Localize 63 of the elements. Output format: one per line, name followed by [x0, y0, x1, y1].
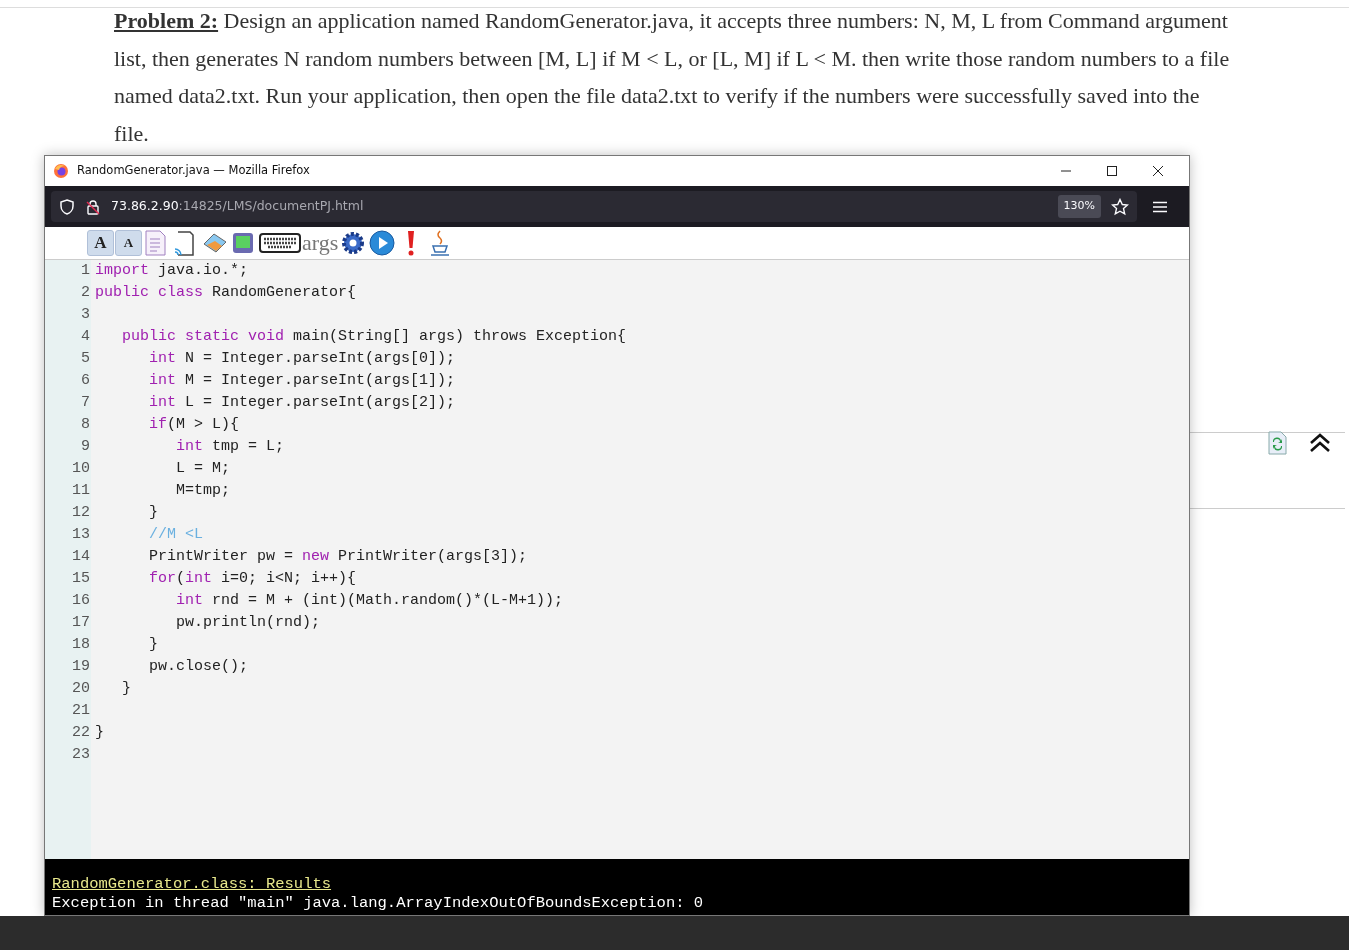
browser-logo-icon: [53, 163, 69, 179]
line-number: 18: [71, 635, 90, 655]
line-number: 13: [71, 525, 90, 545]
code-line: PrintWriter pw = new PrintWriter(args[3]);: [148, 547, 529, 567]
console-line: Exception in thread "main" java.lang.ArrayIndexOutOfBoundsException: 0: [52, 894, 705, 913]
line-number: 10: [71, 459, 90, 479]
line-number: 1: [80, 261, 90, 281]
code-line: int N = Integer.parseInt(args[0]);: [148, 349, 457, 369]
line-number: 17: [71, 613, 90, 633]
code-line: }: [121, 679, 132, 699]
code-line: int rnd = M + (int)(Math.random()*(L-M+1));: [175, 591, 565, 611]
line-number: 20: [71, 679, 90, 699]
line-number: 14: [71, 547, 90, 567]
code-line: for(int i=0; i<N; i++){: [148, 569, 358, 589]
line-number: 22: [71, 723, 90, 743]
maximize-icon[interactable]: [1106, 165, 1118, 177]
font-increase-button[interactable]: A: [87, 230, 114, 256]
code-line: }: [95, 723, 105, 743]
code-line: public static void main(String[] args) throws Exception{: [121, 327, 627, 347]
line-number: 12: [71, 503, 90, 523]
line-number: 15: [71, 569, 90, 589]
window-title: RandomGenerator.java — Mozilla Firefox: [77, 162, 311, 180]
font-decrease-button[interactable]: A: [115, 230, 142, 256]
menu-icon[interactable]: [1153, 200, 1167, 213]
line-number: 11: [71, 481, 90, 501]
address-bar[interactable]: 73.86.2.90:14825/LMS/documentPJ.html 130%: [51, 191, 1137, 222]
play-icon[interactable]: [368, 229, 397, 257]
line-number: 19: [71, 657, 90, 677]
scroll-up-icon[interactable]: [1309, 433, 1331, 453]
code-line: int tmp = L;: [175, 437, 286, 457]
line-number: 6: [80, 371, 90, 391]
line-number: 3: [80, 305, 90, 325]
code-line: L = M;: [175, 459, 232, 479]
code-line: public class RandomGenerator{: [95, 283, 358, 303]
problem-statement: Problem 2: Design an application named RandomGenerator.java, it accepts three numbers: N, M, L from Command argument list, then generates N random numbers between [M, L] if M < L, or [L, M] if L < M. then write those random numbers to a file named data2.txt. Run your application, then open the file data2.txt to verify if the numbers were successfully saved into the file.: [114, 7, 1231, 148]
line-number: 21: [71, 701, 90, 721]
line-number: 9: [80, 437, 90, 457]
star-icon[interactable]: [1111, 197, 1129, 216]
console-heading: RandomGenerator.class: Results: [52, 875, 332, 894]
zoom-level-button[interactable]: 130%: [1057, 195, 1101, 218]
code-line: M=tmp;: [175, 481, 232, 501]
line-number: 5: [80, 349, 90, 369]
url-text: 73.86.2.90:14825/LMS/documentPJ.html: [111, 197, 365, 216]
line-number: 4: [80, 327, 90, 347]
insecure-lock-icon[interactable]: [85, 198, 101, 215]
refresh-document-icon[interactable]: [1268, 431, 1287, 455]
code-line: }: [148, 635, 159, 655]
code-line: pw.println(rnd);: [175, 613, 322, 633]
line-number: 23: [71, 745, 90, 765]
line-number: 16: [71, 591, 90, 611]
code-line: int L = Integer.parseInt(args[2]);: [148, 393, 457, 413]
line-number: 8: [80, 415, 90, 435]
code-line: import java.io.*;: [95, 261, 250, 281]
shield-icon[interactable]: [59, 198, 75, 215]
code-line: //M <L: [148, 525, 205, 545]
code-line: int M = Integer.parseInt(args[1]);: [148, 371, 457, 391]
code-line: if(M > L){: [148, 415, 241, 435]
code-line: pw.close();: [148, 657, 250, 677]
line-number: 2: [80, 283, 90, 303]
code-line: }: [148, 503, 159, 523]
close-icon[interactable]: [1152, 165, 1164, 177]
line-number: 7: [80, 393, 90, 413]
args-button[interactable]: args: [302, 230, 339, 256]
